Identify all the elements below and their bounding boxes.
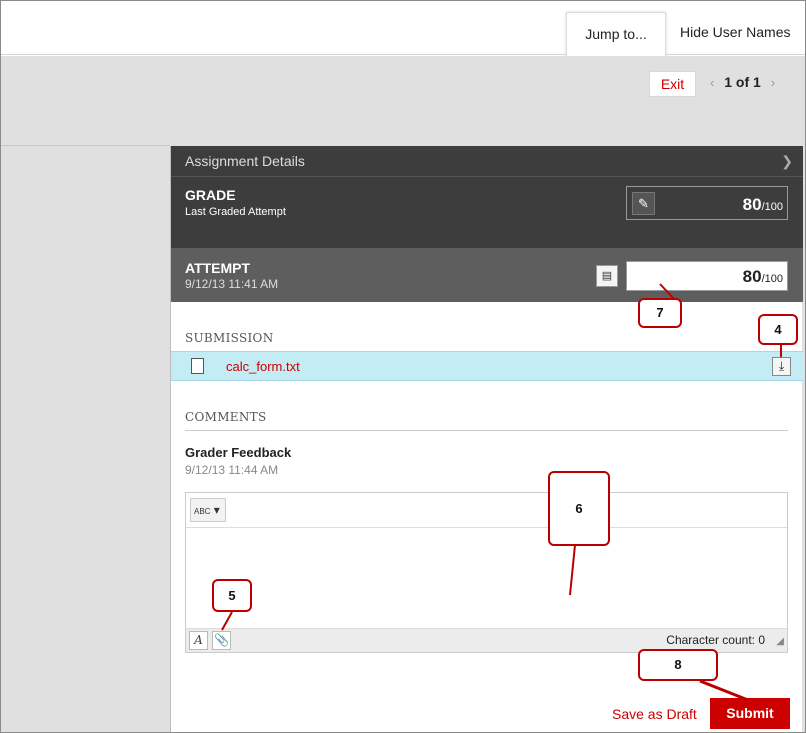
grading-panel: Assignment Details ❯ GRADE Last Graded A… xyxy=(170,146,803,733)
comments-divider xyxy=(185,430,788,431)
document-icon xyxy=(191,358,204,374)
feedback-textarea[interactable] xyxy=(186,529,787,628)
pencil-icon[interactable]: ✎ xyxy=(632,192,655,215)
character-count: Character count: 0 xyxy=(666,633,765,647)
text-format-icon[interactable]: A xyxy=(189,631,208,650)
attempt-date: 9/12/13 11:41 AM xyxy=(185,277,279,291)
grader-feedback-date: 9/12/13 11:44 AM xyxy=(185,463,279,477)
chevron-down-icon[interactable]: ❯ xyxy=(781,146,793,177)
attempt-max: /100 xyxy=(761,273,783,285)
assignment-details-header[interactable]: Assignment Details ❯ xyxy=(171,146,803,177)
editor-toolbar: ABC ▾ xyxy=(186,493,787,528)
page-count: 1 of 1 xyxy=(724,74,761,90)
grade-title: GRADE xyxy=(185,187,236,203)
save-as-draft-link[interactable]: Save as Draft xyxy=(612,706,697,722)
attempt-score: 80/100 xyxy=(743,267,783,287)
feedback-editor: ABC ▾ A 📎 Character count: 0 ◢ xyxy=(185,492,788,653)
grader-feedback-title: Grader Feedback xyxy=(185,445,292,460)
callout-7: 7 xyxy=(638,298,682,328)
spellcheck-icon: ABC xyxy=(194,507,211,516)
callout-4: 4 xyxy=(758,314,798,345)
rubric-icon[interactable]: ▤ xyxy=(596,265,618,287)
grade-box: ✎ 80/100 xyxy=(626,186,788,220)
grade-section: GRADE Last Graded Attempt ✎ 80/100 xyxy=(171,177,803,248)
assignment-details-title: Assignment Details xyxy=(185,153,305,169)
grade-subtitle: Last Graded Attempt xyxy=(185,206,286,218)
grade-max: /100 xyxy=(761,201,783,213)
submission-label: SUBMISSION xyxy=(185,331,274,345)
jump-to-button[interactable]: Jump to... xyxy=(566,12,666,56)
attempt-value: 80 xyxy=(742,267,762,286)
grade-score: 80/100 xyxy=(743,195,783,215)
spellcheck-button[interactable]: ABC ▾ xyxy=(190,498,226,522)
comments-label: COMMENTS xyxy=(185,410,267,424)
hide-user-names-button[interactable]: Hide User Names xyxy=(680,24,790,40)
submission-file-row[interactable]: calc_form.txt ⤓ xyxy=(171,351,803,381)
grade-value: 80 xyxy=(742,195,762,214)
pager: ‹ 1 of 1 › xyxy=(710,74,775,90)
callout-6: 6 xyxy=(548,471,610,546)
prev-chevron-icon[interactable]: ‹ xyxy=(710,75,714,90)
callout-8: 8 xyxy=(638,649,718,681)
download-icon[interactable]: ⤓ xyxy=(772,357,791,376)
callout-5: 5 xyxy=(212,579,252,612)
exit-button[interactable]: Exit xyxy=(649,71,696,97)
file-link[interactable]: calc_form.txt xyxy=(226,359,300,374)
submit-button[interactable]: Submit xyxy=(710,698,790,729)
attempt-score-input[interactable]: 80/100 xyxy=(626,261,788,291)
attempt-section: ATTEMPT 9/12/13 11:41 AM ▤ 80/100 xyxy=(171,248,803,302)
attempt-title: ATTEMPT xyxy=(185,260,251,276)
left-divider xyxy=(1,145,170,146)
next-chevron-icon[interactable]: › xyxy=(771,75,775,90)
attach-file-icon[interactable]: 📎 xyxy=(212,631,231,650)
resize-handle-icon[interactable]: ◢ xyxy=(776,636,784,647)
